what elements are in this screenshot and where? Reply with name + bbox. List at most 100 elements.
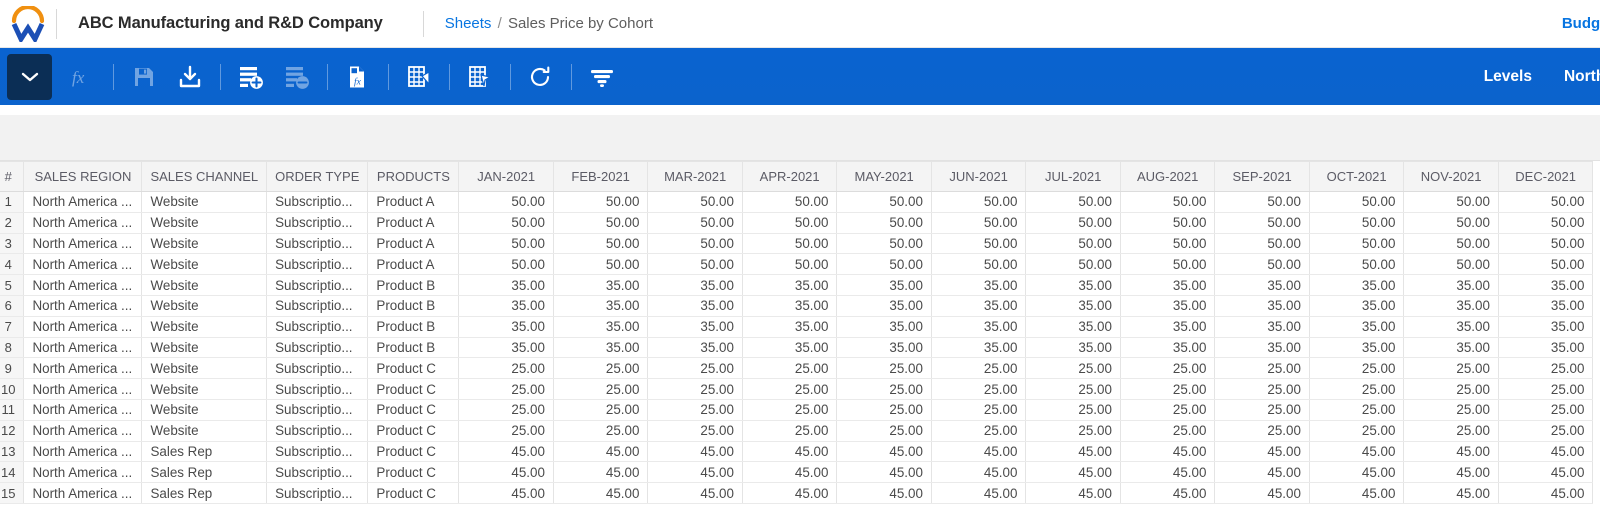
sales-channel-cell[interactable]: Website (141, 274, 268, 296)
value-cell[interactable]: 50.00 (1498, 212, 1594, 234)
value-cell[interactable]: 35.00 (742, 316, 838, 338)
value-cell[interactable]: 35.00 (1403, 295, 1499, 317)
value-cell[interactable]: 45.00 (553, 441, 649, 463)
value-cell[interactable]: 25.00 (836, 399, 932, 421)
value-cell[interactable]: 50.00 (931, 191, 1027, 213)
value-cell[interactable]: 35.00 (553, 274, 649, 296)
value-cell[interactable]: 45.00 (931, 461, 1027, 484)
value-cell[interactable]: 35.00 (931, 316, 1027, 338)
value-cell[interactable]: 25.00 (742, 399, 838, 421)
save-icon[interactable] (121, 54, 167, 100)
row-number-cell[interactable]: 10 (0, 378, 25, 400)
row-number-cell[interactable]: 6 (0, 295, 25, 317)
value-cell[interactable]: 50.00 (647, 233, 743, 255)
value-cell[interactable]: 45.00 (458, 441, 554, 463)
row-number-cell[interactable]: 4 (0, 253, 25, 276)
value-cell[interactable]: 35.00 (1498, 274, 1594, 296)
value-cell[interactable]: 35.00 (1309, 337, 1405, 359)
order-type-cell[interactable]: Subscriptio... (266, 378, 369, 400)
sales-region-cell[interactable]: North America ... (23, 441, 143, 463)
value-cell[interactable]: 50.00 (836, 191, 932, 213)
grid-col-header-oct-2021[interactable]: OCT-2021 (1309, 161, 1405, 192)
table-row[interactable]: 15 North America ... Sales Rep Subscriptio.… (0, 482, 1594, 504)
value-cell[interactable]: 50.00 (1120, 233, 1216, 255)
grid-col-header-nov-2021[interactable]: NOV-2021 (1403, 161, 1499, 192)
value-cell[interactable]: 45.00 (1214, 441, 1310, 463)
value-cell[interactable]: 50.00 (1214, 212, 1310, 234)
value-cell[interactable]: 25.00 (1403, 399, 1499, 421)
value-cell[interactable]: 35.00 (1120, 274, 1216, 296)
sales-region-cell[interactable]: North America ... (23, 233, 143, 255)
table-row[interactable]: 1 North America ... Website Subscriptio... P… (0, 191, 1594, 213)
value-cell[interactable]: 25.00 (458, 378, 554, 400)
sales-channel-cell[interactable]: Sales Rep (141, 461, 268, 484)
order-type-cell[interactable]: Subscriptio... (266, 274, 369, 296)
grid-col-header-feb-2021[interactable]: FEB-2021 (553, 161, 649, 192)
row-number-cell[interactable]: 15 (0, 482, 25, 504)
value-cell[interactable]: 50.00 (458, 212, 554, 234)
value-cell[interactable]: 50.00 (1120, 253, 1216, 276)
value-cell[interactable]: 35.00 (553, 316, 649, 338)
grid-col-header-jun-2021[interactable]: JUN-2021 (931, 161, 1027, 192)
order-type-cell[interactable]: Subscriptio... (266, 399, 369, 421)
sales-channel-cell[interactable]: Website (141, 295, 268, 317)
budget-link[interactable]: Budget 2 (1562, 15, 1600, 32)
value-cell[interactable]: 50.00 (931, 212, 1027, 234)
value-cell[interactable]: 35.00 (1498, 316, 1594, 338)
delete-row-icon[interactable] (274, 54, 320, 100)
value-cell[interactable]: 35.00 (1025, 337, 1121, 359)
filter-icon[interactable] (579, 54, 625, 100)
value-cell[interactable]: 35.00 (1403, 316, 1499, 338)
grid-col-header-may-2021[interactable]: MAY-2021 (836, 161, 932, 192)
value-cell[interactable]: 35.00 (931, 274, 1027, 296)
value-cell[interactable]: 45.00 (1025, 441, 1121, 463)
value-cell[interactable]: 45.00 (1403, 482, 1499, 504)
product-cell[interactable]: Product B (367, 274, 460, 296)
value-cell[interactable]: 45.00 (1025, 482, 1121, 504)
table-row[interactable]: 5 North America ... Website Subscriptio... P… (0, 274, 1594, 296)
order-type-cell[interactable]: Subscriptio... (266, 212, 369, 234)
sales-region-cell[interactable]: North America ... (23, 337, 143, 359)
value-cell[interactable]: 35.00 (836, 295, 932, 317)
refresh-icon[interactable] (518, 54, 564, 100)
value-cell[interactable]: 35.00 (1214, 274, 1310, 296)
value-cell[interactable]: 25.00 (1403, 420, 1499, 442)
value-cell[interactable]: 35.00 (742, 274, 838, 296)
value-cell[interactable]: 35.00 (647, 295, 743, 317)
row-number-cell[interactable]: 7 (0, 316, 25, 338)
grid-col-header-order-type[interactable]: ORDER TYPE (266, 161, 369, 192)
row-number-cell[interactable]: 5 (0, 274, 25, 296)
value-cell[interactable]: 50.00 (1403, 233, 1499, 255)
value-cell[interactable]: 35.00 (458, 316, 554, 338)
value-cell[interactable]: 35.00 (1025, 316, 1121, 338)
value-cell[interactable]: 45.00 (1309, 441, 1405, 463)
value-cell[interactable]: 35.00 (1403, 337, 1499, 359)
insert-row-icon[interactable] (228, 54, 274, 100)
order-type-cell[interactable]: Subscriptio... (266, 357, 369, 380)
value-cell[interactable]: 50.00 (458, 191, 554, 213)
value-cell[interactable]: 50.00 (458, 253, 554, 276)
row-number-cell[interactable]: 1 (0, 191, 25, 213)
row-number-cell[interactable]: 14 (0, 461, 25, 484)
value-cell[interactable]: 25.00 (1309, 357, 1405, 380)
row-number-cell[interactable]: 11 (0, 399, 25, 421)
value-cell[interactable]: 45.00 (553, 461, 649, 484)
value-cell[interactable]: 50.00 (1120, 191, 1216, 213)
value-cell[interactable]: 45.00 (458, 461, 554, 484)
value-cell[interactable]: 25.00 (742, 378, 838, 400)
value-cell[interactable]: 35.00 (836, 337, 932, 359)
value-cell[interactable]: 35.00 (1498, 337, 1594, 359)
sales-region-cell[interactable]: North America ... (23, 399, 143, 421)
value-cell[interactable]: 25.00 (1498, 378, 1594, 400)
sales-channel-cell[interactable]: Website (141, 378, 268, 400)
sales-channel-cell[interactable]: Website (141, 316, 268, 338)
value-cell[interactable]: 50.00 (647, 212, 743, 234)
product-cell[interactable]: Product B (367, 337, 460, 359)
value-cell[interactable]: 35.00 (647, 274, 743, 296)
value-cell[interactable]: 50.00 (836, 212, 932, 234)
value-cell[interactable]: 25.00 (836, 357, 932, 380)
value-cell[interactable]: 25.00 (931, 420, 1027, 442)
sales-channel-cell[interactable]: Sales Rep (141, 482, 268, 504)
row-number-cell[interactable]: 9 (0, 357, 25, 380)
product-cell[interactable]: Product A (367, 253, 460, 276)
